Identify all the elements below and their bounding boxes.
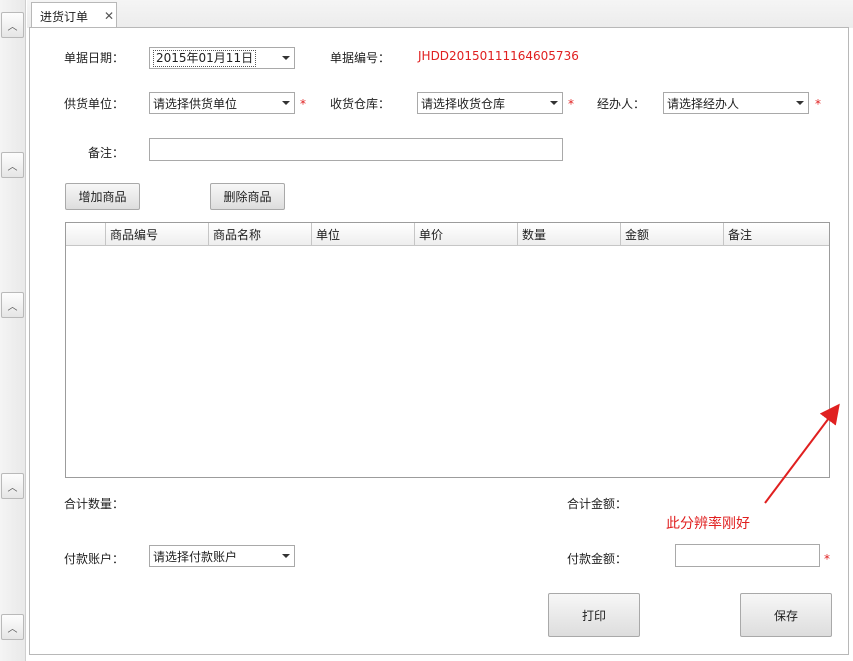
warehouse-label: 收货仓库：: [330, 97, 391, 111]
payment-label: 付款金额：: [567, 552, 628, 566]
total-qty-label: 合计数量：: [64, 497, 125, 511]
annotation-text: 此分辨率刚好: [666, 516, 750, 532]
chevron-down-icon[interactable]: [282, 101, 290, 105]
tab-title: 进货订单: [40, 9, 89, 24]
total-amount-label: 合计金额：: [567, 497, 628, 511]
supplier-select[interactable]: 请选择供货单位: [149, 92, 295, 114]
collapse-up-icon[interactable]: ︿: [1, 12, 24, 38]
annotation-arrow-icon: [764, 403, 840, 504]
doc-no-value: JHDD20150111164605736: [418, 49, 579, 63]
chevron-down-icon[interactable]: [282, 554, 290, 558]
required-mark: *: [824, 552, 830, 566]
tab-purchase-order[interactable]: 进货订单 ✕: [31, 2, 117, 29]
collapse-up-icon[interactable]: ︿: [1, 152, 24, 178]
supplier-placeholder: 请选择供货单位: [153, 96, 238, 111]
handler-label: 经办人：: [597, 97, 646, 111]
date-value: 2015年01月11日: [153, 49, 257, 67]
warehouse-placeholder: 请选择收货仓库: [421, 96, 506, 111]
purchase-order-panel: 单据日期： 2015年01月11日 单据编号： JHDD201501111646…: [29, 27, 849, 655]
remark-input[interactable]: [149, 138, 563, 161]
close-icon[interactable]: ✕: [104, 9, 114, 23]
collapse-up-icon[interactable]: ︿: [1, 614, 24, 640]
product-grid[interactable]: 商品编号 商品名称 单位 单价 数量 金额 备注: [65, 222, 830, 478]
print-button[interactable]: 打印: [548, 593, 640, 637]
column-header[interactable]: 数量: [517, 223, 620, 246]
column-header[interactable]: 单价: [414, 223, 517, 246]
date-label: 单据日期：: [64, 51, 125, 65]
column-header[interactable]: 商品编号: [105, 223, 208, 246]
grid-header: 商品编号 商品名称 单位 单价 数量 金额 备注: [66, 223, 829, 246]
remark-label: 备注：: [88, 146, 125, 160]
handler-select[interactable]: 请选择经办人: [663, 92, 809, 114]
collapse-up-icon[interactable]: ︿: [1, 292, 24, 318]
date-picker[interactable]: 2015年01月11日: [149, 47, 295, 69]
row-indicator-header: [66, 223, 105, 246]
save-button[interactable]: 保存: [740, 593, 832, 637]
column-header[interactable]: 备注: [723, 223, 829, 246]
required-mark: *: [300, 97, 306, 111]
collapse-up-icon[interactable]: ︿: [1, 473, 24, 499]
column-header[interactable]: 单位: [311, 223, 414, 246]
account-placeholder: 请选择付款账户: [153, 549, 238, 564]
handler-placeholder: 请选择经办人: [667, 96, 740, 111]
chevron-down-icon[interactable]: [796, 101, 804, 105]
chevron-down-icon[interactable]: [550, 101, 558, 105]
chevron-down-icon[interactable]: [282, 56, 290, 60]
doc-no-label: 单据编号：: [330, 51, 391, 65]
account-select[interactable]: 请选择付款账户: [149, 545, 295, 567]
supplier-label: 供货单位：: [64, 97, 125, 111]
warehouse-select[interactable]: 请选择收货仓库: [417, 92, 563, 114]
left-collapse-strip: ︿ ︿ ︿ ︿ ︿: [0, 0, 26, 661]
payment-input[interactable]: [675, 544, 820, 567]
column-header[interactable]: 金额: [620, 223, 723, 246]
delete-product-button[interactable]: 删除商品: [210, 183, 285, 210]
column-header[interactable]: 商品名称: [208, 223, 311, 246]
add-product-button[interactable]: 增加商品: [65, 183, 140, 210]
required-mark: *: [568, 97, 574, 111]
required-mark: *: [815, 97, 821, 111]
account-label: 付款账户：: [64, 552, 125, 566]
tab-strip: 进货订单 ✕: [27, 0, 853, 29]
